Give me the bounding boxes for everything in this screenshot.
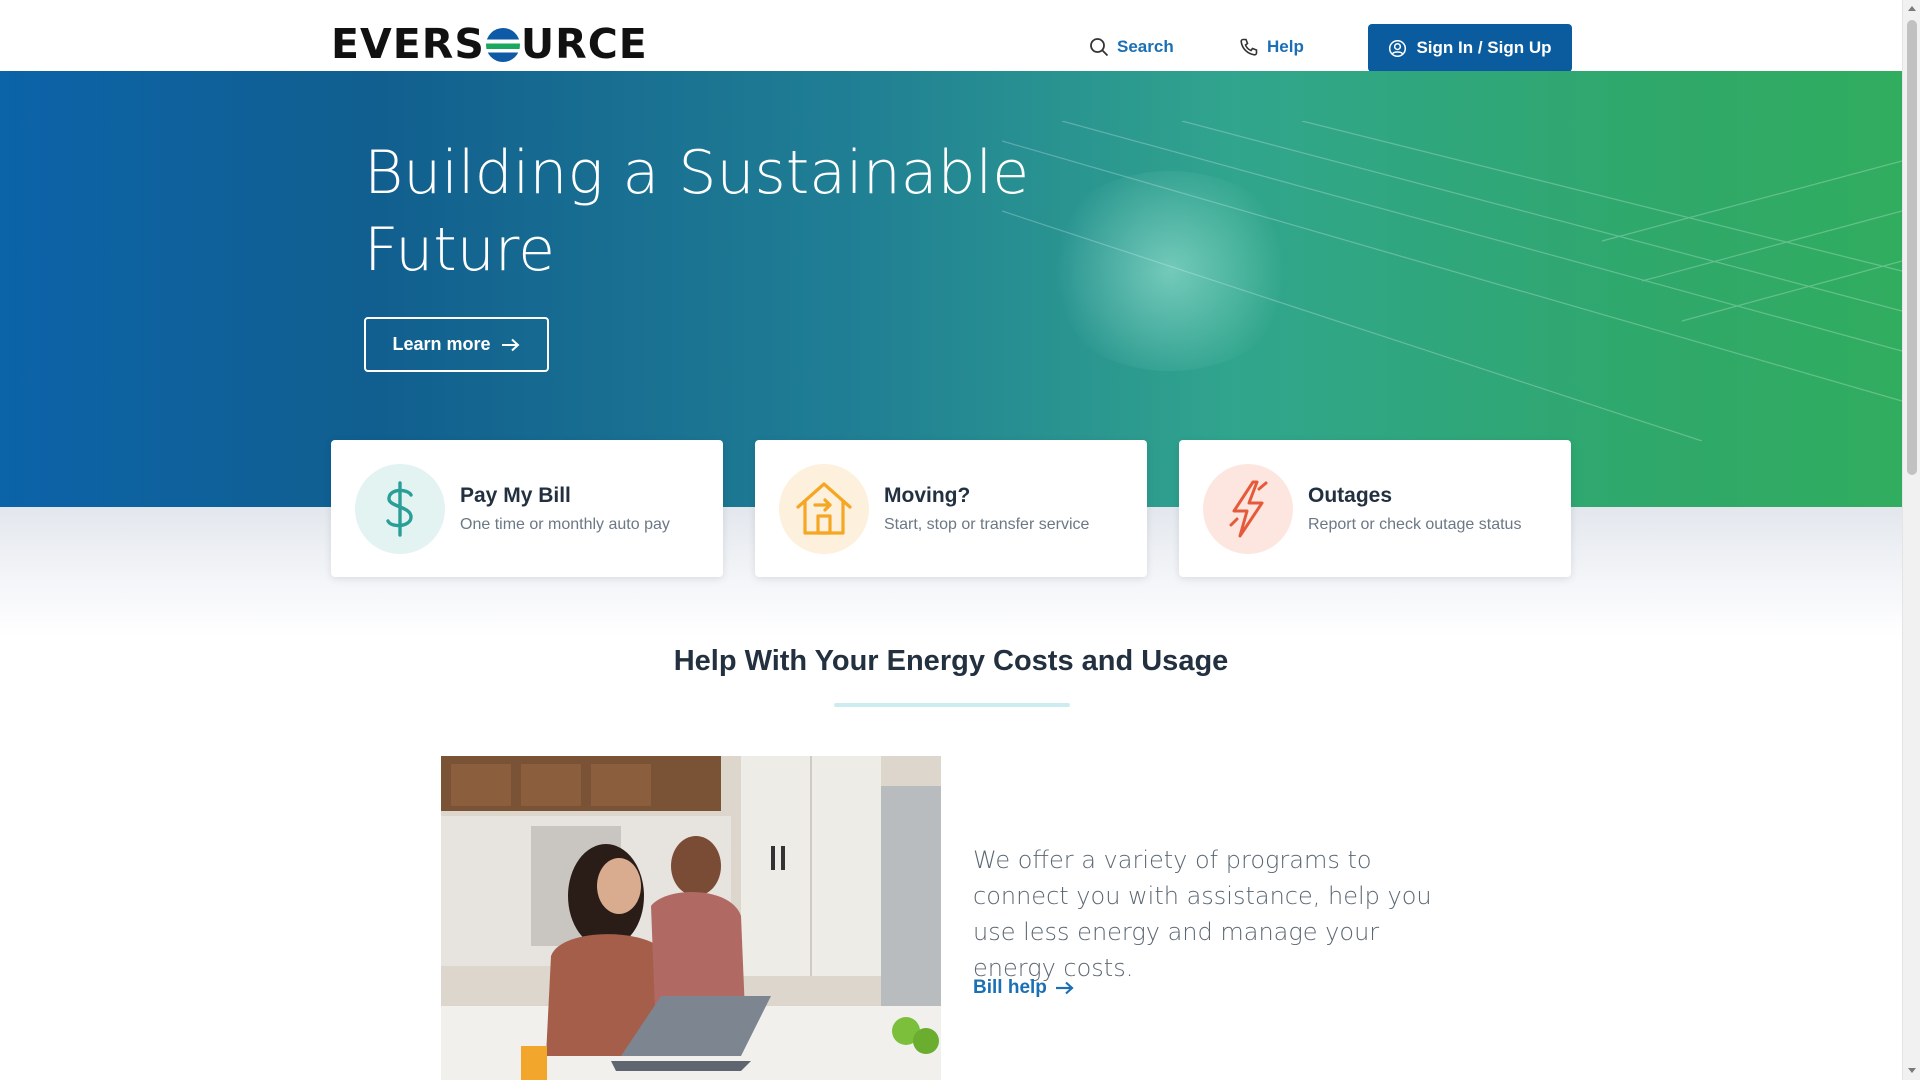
help-label: Help bbox=[1267, 37, 1304, 56]
moving-card[interactable]: Moving? Start, stop or transfer service bbox=[755, 440, 1147, 577]
eversource-logo[interactable]: EVERS URCE bbox=[331, 24, 648, 65]
scroll-down-arrow-icon[interactable] bbox=[1908, 1068, 1916, 1073]
logo-text-right: URCE bbox=[520, 20, 648, 68]
sign-in-button[interactable]: Sign In / Sign Up bbox=[1368, 24, 1572, 72]
site-header: EVERS URCE Search Help Sign In / Sign Up bbox=[0, 0, 1902, 72]
pay-my-bill-card[interactable]: Pay My Bill One time or monthly auto pay bbox=[331, 440, 723, 577]
outages-card[interactable]: Outages Report or check outage status bbox=[1179, 440, 1571, 577]
section-divider bbox=[834, 703, 1070, 707]
section-body-text: We offer a variety of programs to connec… bbox=[973, 846, 1432, 982]
search-label: Search bbox=[1117, 37, 1174, 56]
arrow-right-icon bbox=[501, 338, 519, 351]
hero-title: Building a Sustainable Future bbox=[364, 135, 1044, 289]
logo-text-left: EVERS bbox=[331, 20, 485, 68]
phone-icon bbox=[1240, 38, 1258, 56]
lightning-bolt-icon bbox=[1229, 480, 1268, 538]
arrow-right-icon bbox=[1055, 981, 1074, 995]
outages-subtitle: Report or check outage status bbox=[1308, 516, 1522, 533]
section-title: Help With Your Energy Costs and Usage bbox=[673, 645, 1229, 677]
pay-bill-icon-circle bbox=[355, 464, 445, 554]
hero-light-glow bbox=[1040, 171, 1300, 371]
help-link[interactable]: Help bbox=[1239, 37, 1304, 57]
sign-in-label: Sign In / Sign Up bbox=[1416, 38, 1552, 57]
learn-more-label: Learn more bbox=[392, 334, 491, 354]
page-scrollbar[interactable] bbox=[1902, 0, 1920, 1080]
outages-icon-circle bbox=[1203, 464, 1293, 554]
house-arrow-icon bbox=[796, 482, 852, 535]
search-icon bbox=[1090, 38, 1109, 57]
hero-title-line-1: Building a Sustainable bbox=[364, 138, 1030, 208]
scroll-up-arrow-icon[interactable] bbox=[1908, 6, 1916, 11]
outages-title: Outages bbox=[1308, 484, 1393, 507]
bill-help-label: Bill help bbox=[973, 977, 1047, 998]
user-circle-icon bbox=[1389, 39, 1407, 57]
logo-o-mark-icon bbox=[485, 27, 520, 62]
pay-my-bill-title: Pay My Bill bbox=[460, 484, 571, 507]
moving-icon-circle bbox=[779, 464, 869, 554]
couple-at-laptop-photo bbox=[441, 756, 941, 1080]
scrollbar-thumb[interactable] bbox=[1907, 20, 1917, 475]
search-link[interactable]: Search bbox=[1089, 37, 1174, 57]
dollar-icon bbox=[386, 481, 413, 537]
moving-title: Moving? bbox=[884, 484, 971, 507]
learn-more-button[interactable]: Learn more bbox=[364, 317, 549, 372]
moving-subtitle: Start, stop or transfer service bbox=[884, 516, 1090, 533]
pay-my-bill-subtitle: One time or monthly auto pay bbox=[460, 516, 670, 533]
hero-title-line-2: Future bbox=[364, 215, 556, 285]
bill-help-link[interactable]: Bill help bbox=[973, 977, 1075, 999]
